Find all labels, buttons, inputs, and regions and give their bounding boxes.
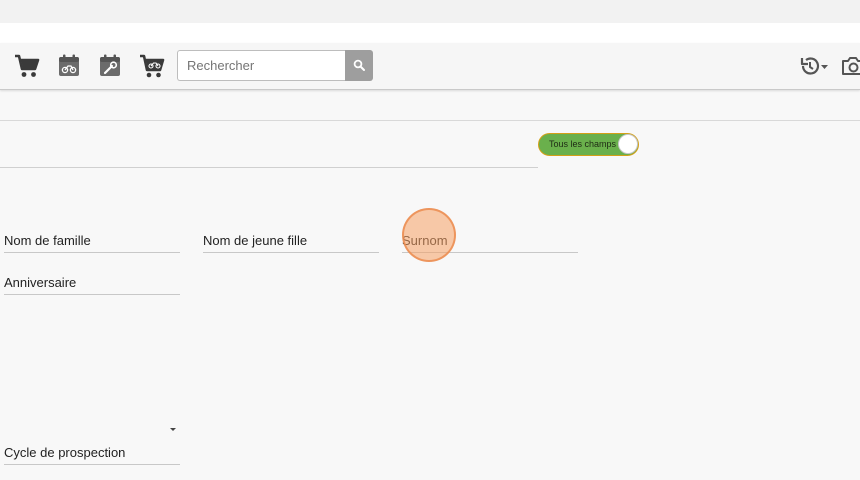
toolbar xyxy=(0,43,860,90)
nickname-label: Surnom xyxy=(402,233,448,248)
history-icon xyxy=(800,57,828,75)
search-icon xyxy=(353,59,365,71)
nickname-field[interactable]: Surnom xyxy=(402,230,578,253)
chevron-down-icon xyxy=(170,428,176,431)
history-dropdown-button[interactable] xyxy=(798,55,830,77)
toggle-label: Tous les champs xyxy=(549,139,617,149)
camera-icon xyxy=(842,57,860,75)
cart-motorcycle-icon[interactable] xyxy=(139,53,165,79)
search-input[interactable] xyxy=(177,50,345,81)
calendar-wrench-icon[interactable] xyxy=(97,53,123,79)
browser-top-strip xyxy=(0,0,860,23)
search-group xyxy=(177,50,373,81)
search-button[interactable] xyxy=(345,50,373,81)
toggle-knob xyxy=(618,134,638,154)
camera-button[interactable] xyxy=(840,55,860,77)
cart-icon[interactable] xyxy=(14,53,40,79)
field-underline xyxy=(0,167,538,168)
prospection-cycle-select[interactable]: Cycle de prospection xyxy=(4,428,180,465)
maiden-name-label: Nom de jeune fille xyxy=(203,233,308,248)
last-name-field[interactable]: Nom de famille xyxy=(4,230,180,253)
maiden-name-field[interactable]: Nom de jeune fille xyxy=(203,230,379,253)
section-divider xyxy=(0,120,860,121)
birthday-label: Anniversaire xyxy=(4,275,77,290)
all-fields-toggle[interactable]: Tous les champs xyxy=(538,133,639,156)
last-name-label: Nom de famille xyxy=(4,233,91,248)
prospection-cycle-label: Cycle de prospection xyxy=(4,445,126,460)
birthday-field[interactable]: Anniversaire xyxy=(4,272,180,295)
calendar-motorcycle-icon[interactable] xyxy=(56,53,82,79)
header-spacer xyxy=(0,23,860,43)
